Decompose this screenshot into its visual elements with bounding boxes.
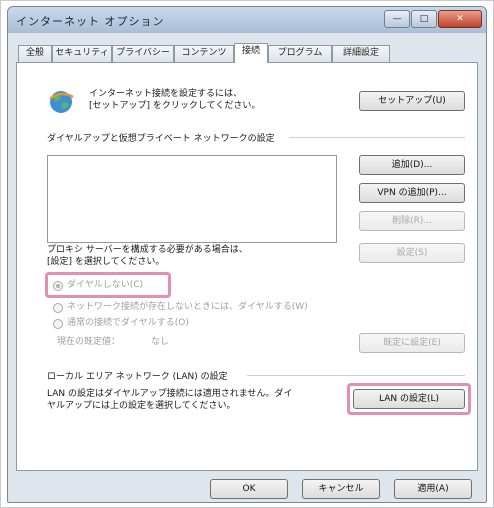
- set-default-button[interactable]: 既定に設定(E): [359, 333, 465, 353]
- proxy-text-line2: [設定] を選択してください。: [47, 257, 165, 267]
- setup-button[interactable]: セットアップ(U): [359, 91, 465, 111]
- tab-content[interactable]: コンテンツ: [174, 45, 234, 62]
- add-connection-button[interactable]: 追加(D)...: [359, 155, 465, 175]
- ok-button[interactable]: OK: [210, 479, 288, 499]
- tab-advanced[interactable]: 詳細設定: [332, 45, 390, 62]
- dialup-section-divider: [289, 137, 465, 138]
- dialup-section-title: ダイヤルアップと仮想プライベート ネットワークの設定: [47, 134, 275, 144]
- tab-programs[interactable]: プログラム: [268, 45, 332, 62]
- dial-when-no-network-radio[interactable]: [53, 303, 63, 313]
- internet-globe-icon: [49, 91, 74, 113]
- close-button[interactable]: ✕: [438, 10, 482, 28]
- cancel-button[interactable]: キャンセル: [302, 479, 380, 499]
- setup-text-line2: [セットアップ] をクリックしてください。: [89, 101, 261, 111]
- always-dial-radio[interactable]: [53, 319, 63, 329]
- title-bar: インターネット オプション — □ ✕: [8, 7, 486, 33]
- internet-options-dialog: インターネット オプション — □ ✕ 全般 セキュリティ プライバシー コンテ…: [7, 6, 487, 503]
- never-dial-highlight: [45, 272, 171, 298]
- lan-text-line1: LAN の設定はダイヤルアップ接続には適用されません。ダイ: [47, 389, 293, 399]
- always-dial-label: 通常の接続でダイヤルする(O): [67, 318, 189, 328]
- dialup-settings-button[interactable]: 設定(S): [359, 243, 465, 263]
- minimize-button[interactable]: —: [384, 10, 410, 28]
- lan-section-title: ローカル エリア ネットワーク (LAN) の設定: [47, 372, 228, 382]
- connections-panel: インターネット接続を設定するには、 [セットアップ] をクリックしてください。 …: [16, 62, 478, 471]
- current-default-value: なし: [151, 337, 170, 347]
- maximize-button[interactable]: □: [411, 10, 437, 28]
- lan-text-line2: ヤルアップには上の設定を選択してください。: [47, 401, 236, 411]
- current-default-label: 現在の既定値：: [57, 337, 121, 347]
- dialup-connections-list[interactable]: [47, 155, 337, 243]
- add-vpn-button[interactable]: VPN の追加(P)...: [359, 183, 465, 203]
- apply-button[interactable]: 適用(A): [394, 479, 472, 499]
- dial-when-no-network-label: ネットワーク接続が存在しないときには、ダイヤルする(W): [67, 302, 308, 312]
- tab-general[interactable]: 全般: [18, 45, 52, 62]
- lan-section-divider: [247, 375, 465, 376]
- tab-connections[interactable]: 接続: [234, 43, 268, 63]
- tab-security[interactable]: セキュリティ: [52, 45, 112, 62]
- setup-text-line1: インターネット接続を設定するには、: [89, 89, 243, 99]
- remove-connection-button[interactable]: 削除(R)...: [359, 211, 465, 231]
- window-title: インターネット オプション: [16, 15, 165, 28]
- tab-privacy[interactable]: プライバシー: [112, 45, 174, 62]
- proxy-text-line1: プロキシ サーバーを構成する必要がある場合は、: [47, 245, 248, 255]
- tab-strip: 全般 セキュリティ プライバシー コンテンツ 接続 プログラム 詳細設定: [16, 43, 478, 63]
- lan-settings-highlight: [347, 383, 471, 415]
